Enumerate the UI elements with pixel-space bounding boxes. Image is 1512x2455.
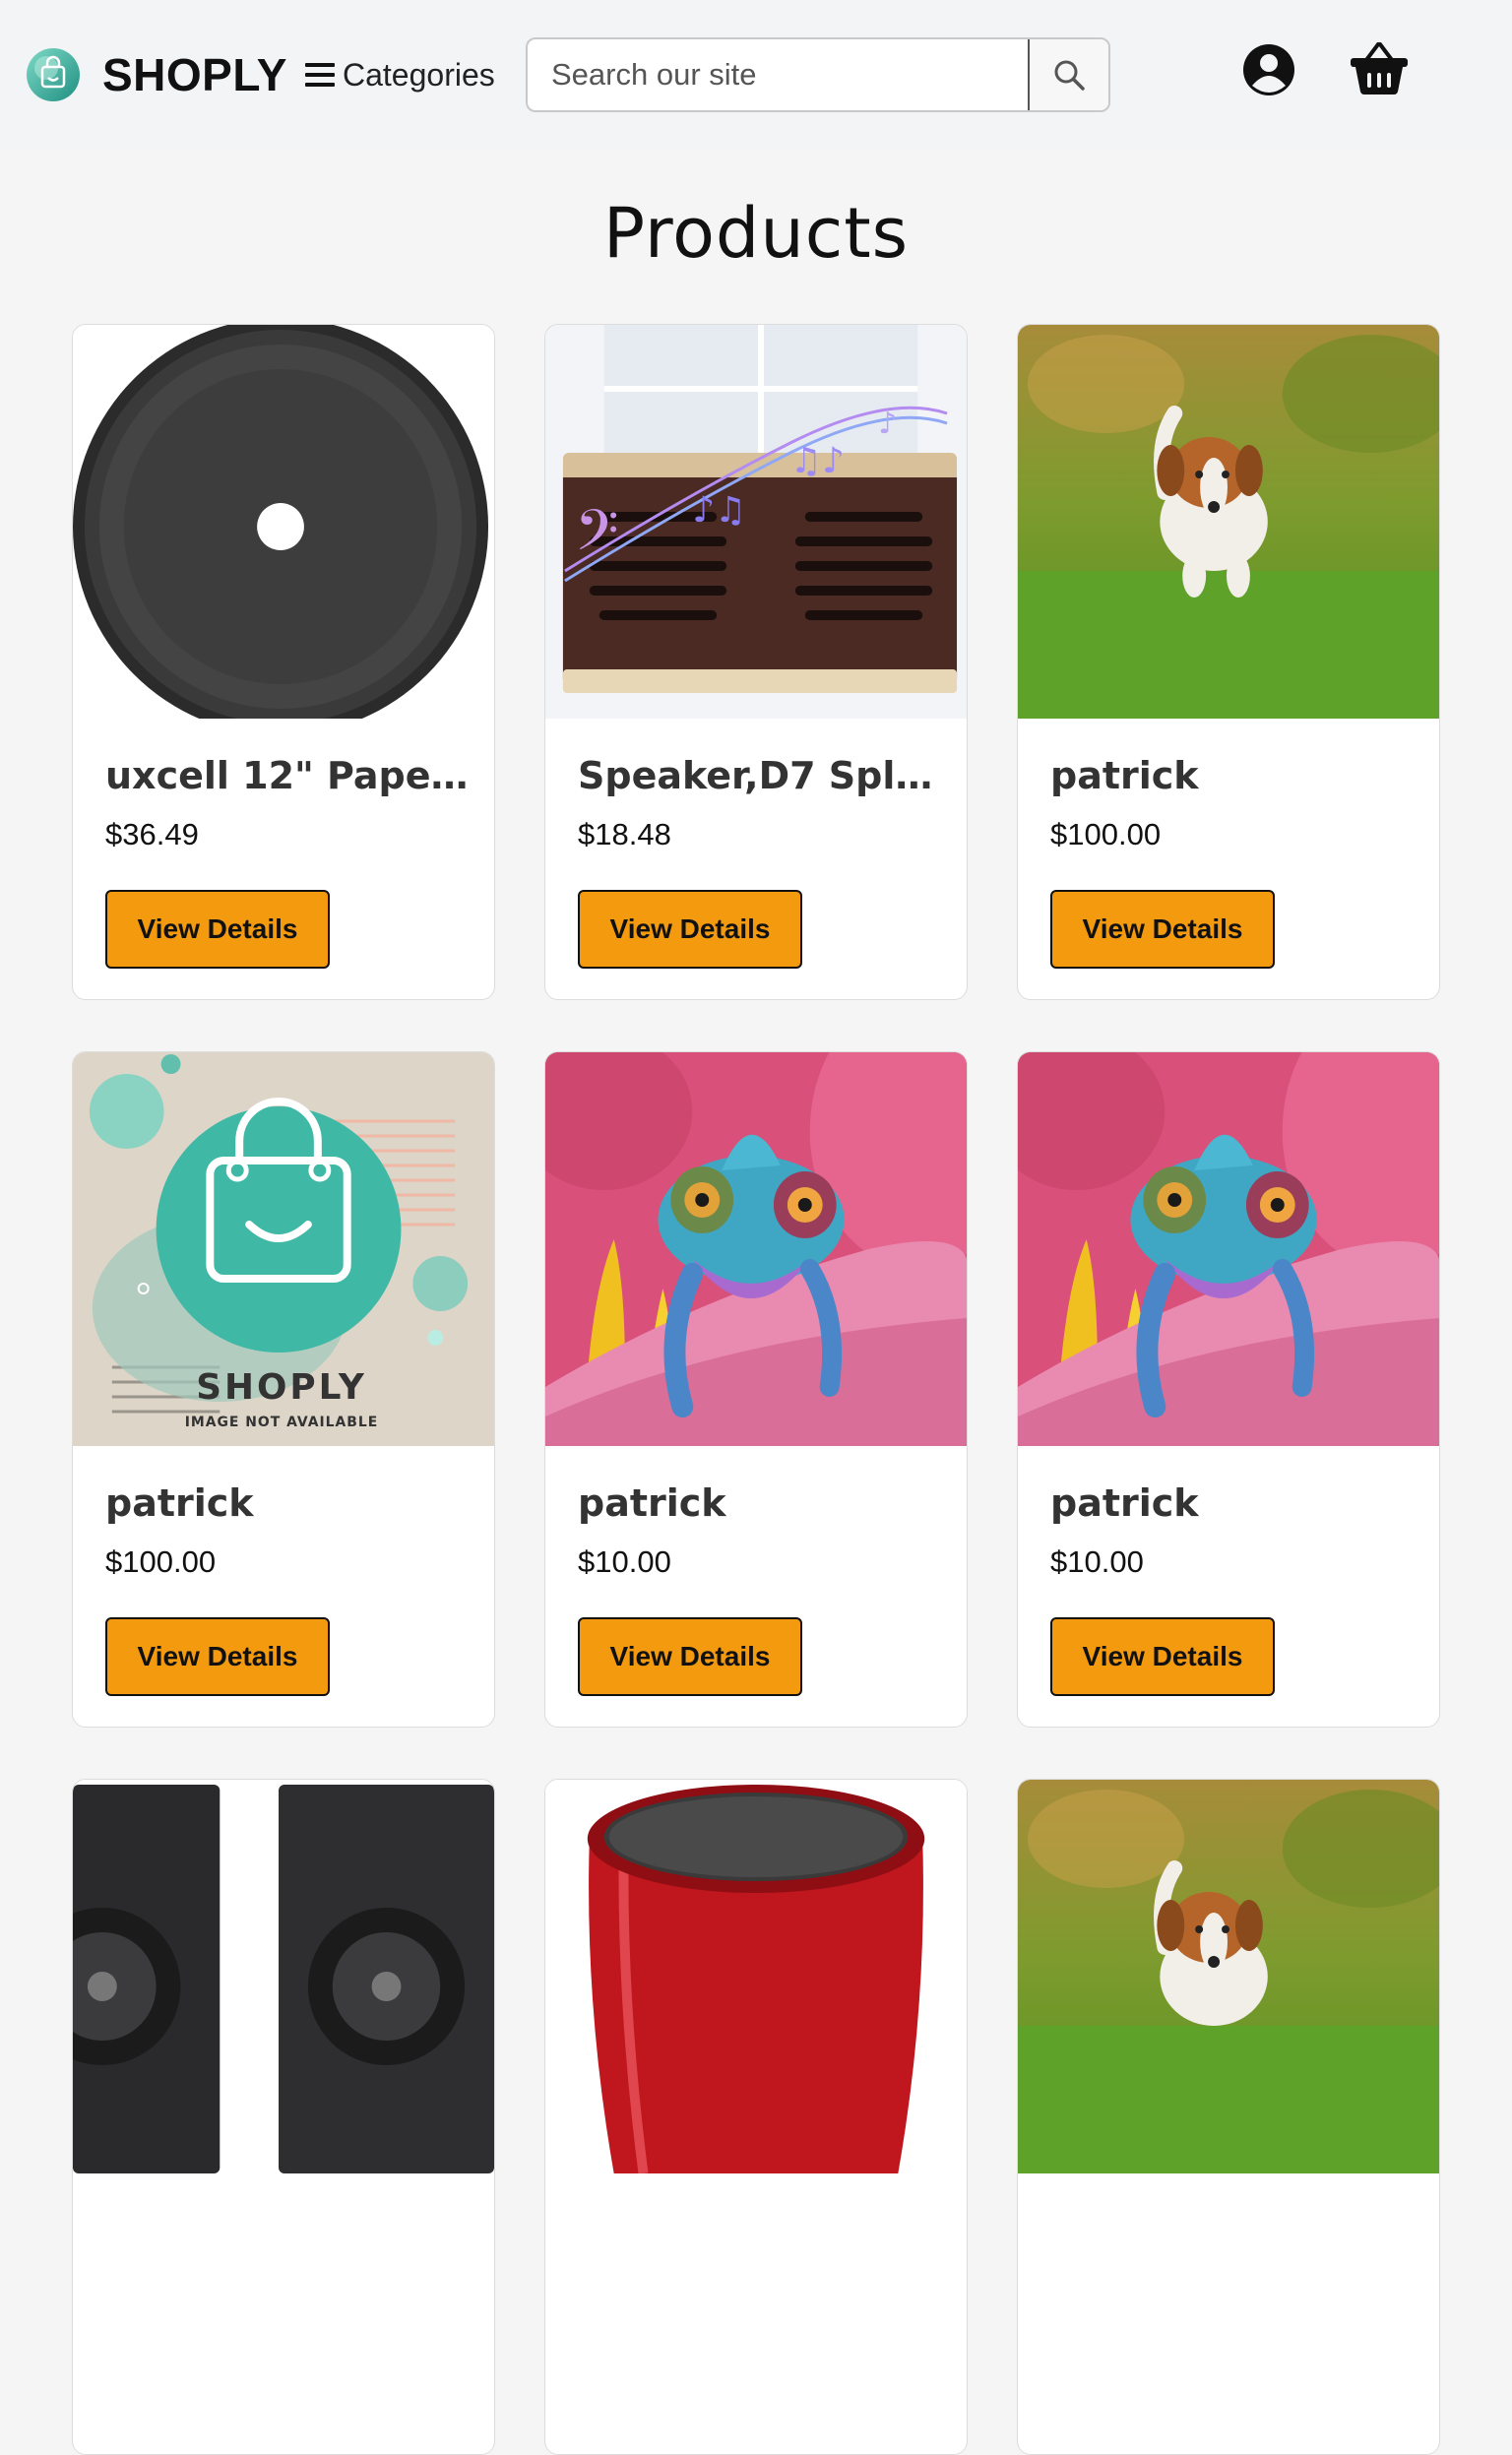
product-price: $10.00	[578, 1544, 671, 1579]
product-card: uxcell 12" Paper S... $36.49 View Detail…	[72, 324, 495, 1000]
search-bar	[526, 37, 1110, 112]
site-header: SHOPLY Categories	[0, 0, 1512, 149]
product-price: $10.00	[1050, 1544, 1144, 1579]
page-title: Products	[602, 193, 910, 274]
product-image-speaker-cone[interactable]	[73, 325, 494, 719]
product-name[interactable]: patrick	[105, 1481, 470, 1525]
hamburger-icon	[305, 63, 335, 87]
product-image-puppy[interactable]	[1018, 325, 1439, 719]
product-grid: uxcell 12" Paper S... $36.49 View Detail…	[72, 324, 1440, 2455]
svg-text:♫♪: ♫♪	[790, 441, 845, 481]
svg-text:𝄢: 𝄢	[575, 498, 619, 578]
product-card: patrick $10.00 View Details	[544, 1051, 968, 1728]
shopping-bag-logo-icon[interactable]	[25, 46, 82, 103]
view-details-button[interactable]: View Details	[578, 1617, 802, 1696]
categories-label: Categories	[343, 56, 495, 93]
view-details-button[interactable]: View Details	[105, 890, 330, 969]
search-button[interactable]	[1028, 39, 1108, 110]
product-image-bookshelf-speakers[interactable]	[73, 1780, 494, 2173]
product-name[interactable]: patrick	[1050, 1481, 1415, 1525]
view-details-button[interactable]: View Details	[578, 890, 802, 969]
svg-text:♪♫: ♪♫	[692, 490, 746, 531]
product-name[interactable]: uxcell 12" Paper S...	[105, 754, 470, 797]
product-price: $36.49	[105, 817, 199, 851]
product-image-puppy[interactable]	[1018, 1780, 1439, 2173]
view-details-button[interactable]: View Details	[1050, 890, 1275, 969]
categories-menu-button[interactable]: Categories	[305, 50, 495, 99]
product-image-placeholder[interactable]: SHOPLY IMAGE NOT AVAILABLE	[73, 1052, 494, 1446]
product-price: $100.00	[1050, 817, 1162, 851]
product-price: $18.48	[578, 817, 671, 851]
product-card	[72, 1779, 495, 2455]
product-name[interactable]: patrick	[578, 1481, 942, 1525]
product-image-wooden-speaker[interactable]: 𝄢 ♪♫ ♫♪ ♪	[545, 325, 967, 719]
product-card	[544, 1779, 968, 2455]
product-image-red-speaker[interactable]	[545, 1780, 967, 2173]
product-image-chameleon[interactable]	[1018, 1052, 1439, 1446]
shopping-basket-icon[interactable]	[1349, 40, 1410, 95]
brand-name[interactable]: SHOPLY	[102, 46, 287, 103]
product-card: 𝄢 ♪♫ ♫♪ ♪ Speaker,D7 Splici... $18.48 Vi…	[544, 324, 968, 1000]
search-icon	[1054, 60, 1085, 91]
placeholder-caption-text: IMAGE NOT AVAILABLE	[185, 1415, 379, 1430]
product-name[interactable]: patrick	[1050, 754, 1415, 797]
product-card: patrick $100.00 View Details	[1017, 324, 1440, 1000]
product-image-chameleon[interactable]	[545, 1052, 967, 1446]
product-card: patrick $10.00 View Details	[1017, 1051, 1440, 1728]
product-card: SHOPLY IMAGE NOT AVAILABLE patrick $100.…	[72, 1051, 495, 1728]
product-price: $100.00	[105, 1544, 217, 1579]
product-card	[1017, 1779, 1440, 2455]
view-details-button[interactable]: View Details	[105, 1617, 330, 1696]
search-input[interactable]	[528, 39, 1030, 110]
product-name[interactable]: Speaker,D7 Splici...	[578, 754, 942, 797]
svg-text:♪: ♪	[878, 407, 897, 441]
view-details-button[interactable]: View Details	[1050, 1617, 1275, 1696]
user-account-icon[interactable]	[1242, 43, 1295, 96]
placeholder-brand-text: SHOPLY	[196, 1367, 367, 1408]
